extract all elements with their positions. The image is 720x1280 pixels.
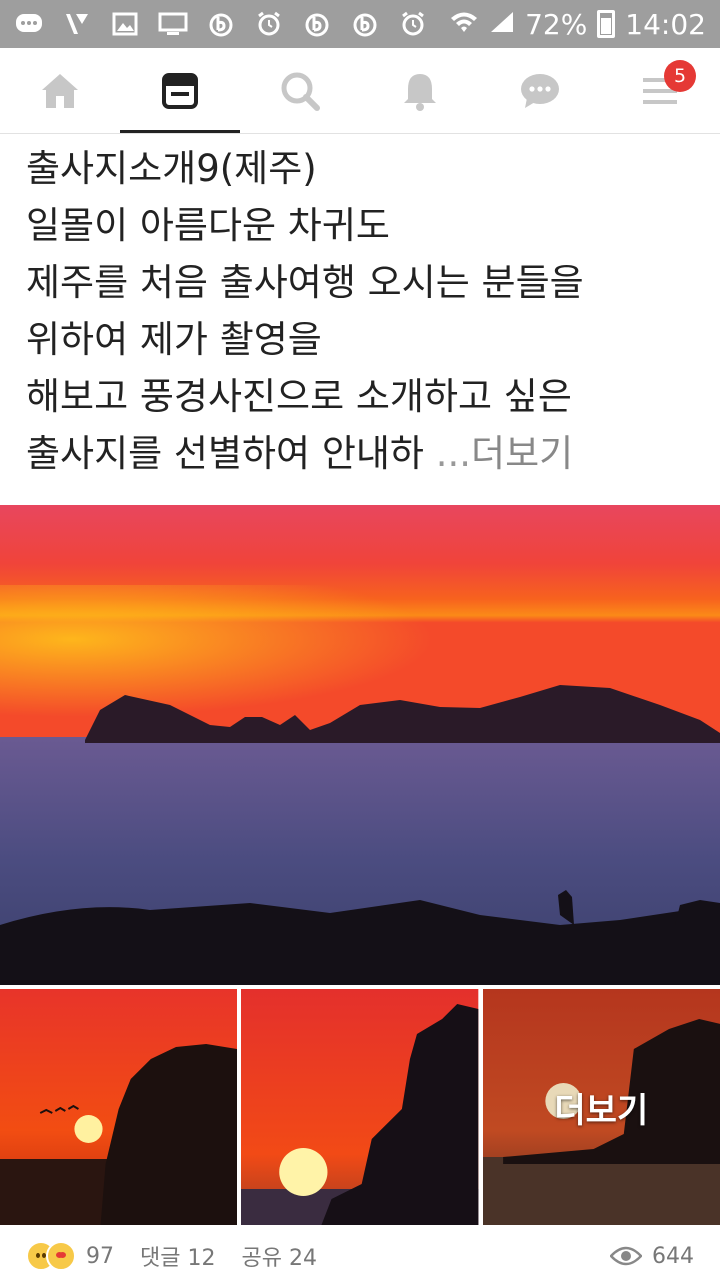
eye-icon: [610, 1246, 642, 1266]
nav-feed[interactable]: [120, 48, 240, 133]
search-icon: [281, 72, 320, 111]
reactions[interactable]: 97: [26, 1241, 114, 1271]
signal-icon: [489, 8, 515, 41]
notification-badge: 5: [664, 60, 696, 92]
b-app-icon: [302, 11, 332, 37]
b-app-icon: [350, 11, 380, 37]
chat-bubble-icon: [14, 11, 44, 37]
alarm-icon: [398, 11, 428, 37]
post-line: 해보고 풍경사진으로 소개하고 싶은: [26, 375, 572, 418]
post-line-title: 출사지소개9(제주): [26, 147, 317, 190]
v-icon: [62, 11, 92, 37]
battery-icon: [597, 10, 616, 38]
nav-search[interactable]: [240, 48, 360, 133]
post-line: 제주를 처음 출사여행 오시는 분들을: [26, 261, 584, 304]
heart-eyes-emoji-icon: [46, 1241, 76, 1271]
share-count[interactable]: 공유 24: [241, 1240, 316, 1272]
nav-chat[interactable]: [480, 48, 600, 133]
image-icon: [110, 11, 140, 37]
thumbnail-more[interactable]: 더보기: [482, 989, 720, 1225]
more-photos-label: 더보기: [554, 1090, 649, 1131]
ellipsis: ...: [435, 432, 472, 475]
view-count: 644: [652, 1243, 694, 1269]
post-line-last: 출사지를 선별하여 안내하 ...더보기: [26, 425, 696, 482]
thumbnail-photo[interactable]: [0, 989, 238, 1225]
nav-home[interactable]: [0, 48, 120, 133]
nav-menu[interactable]: 5: [600, 48, 720, 133]
top-nav: 5: [0, 48, 720, 134]
bell-icon: [404, 73, 436, 111]
read-more-link[interactable]: 더보기: [471, 432, 573, 475]
post-line: 위하여 제가 촬영을: [26, 318, 322, 361]
b-app-icon: [206, 11, 236, 37]
views: 644: [610, 1244, 694, 1269]
monitor-icon: [158, 11, 188, 37]
comment-count[interactable]: 댓글 12: [140, 1240, 215, 1272]
status-bar: 72% 14:02: [0, 0, 720, 48]
clock: 14:02: [625, 7, 706, 41]
feed-icon: [162, 72, 198, 109]
chat-icon: [521, 73, 559, 108]
post-line: 일몰이 아름다운 차귀도: [26, 204, 390, 247]
reaction-count: 97: [86, 1243, 114, 1269]
alarm-icon: [254, 11, 284, 37]
post-body: 출사지소개9(제주) 일몰이 아름다운 차귀도 제주를 처음 출사여행 오시는 …: [26, 140, 696, 482]
post-line-truncated: 출사지를 선별하여 안내하: [26, 432, 424, 475]
nav-notifications[interactable]: [360, 48, 480, 133]
thumbnail-photo[interactable]: [241, 989, 479, 1225]
main-photo[interactable]: [0, 505, 720, 985]
post-footer: 97 댓글 12 공유 24 644: [0, 1232, 720, 1280]
battery-label: 72%: [525, 7, 588, 41]
photo-thumbnails: 더보기: [0, 989, 720, 1225]
wifi-icon: [449, 8, 479, 41]
home-icon: [42, 73, 78, 108]
